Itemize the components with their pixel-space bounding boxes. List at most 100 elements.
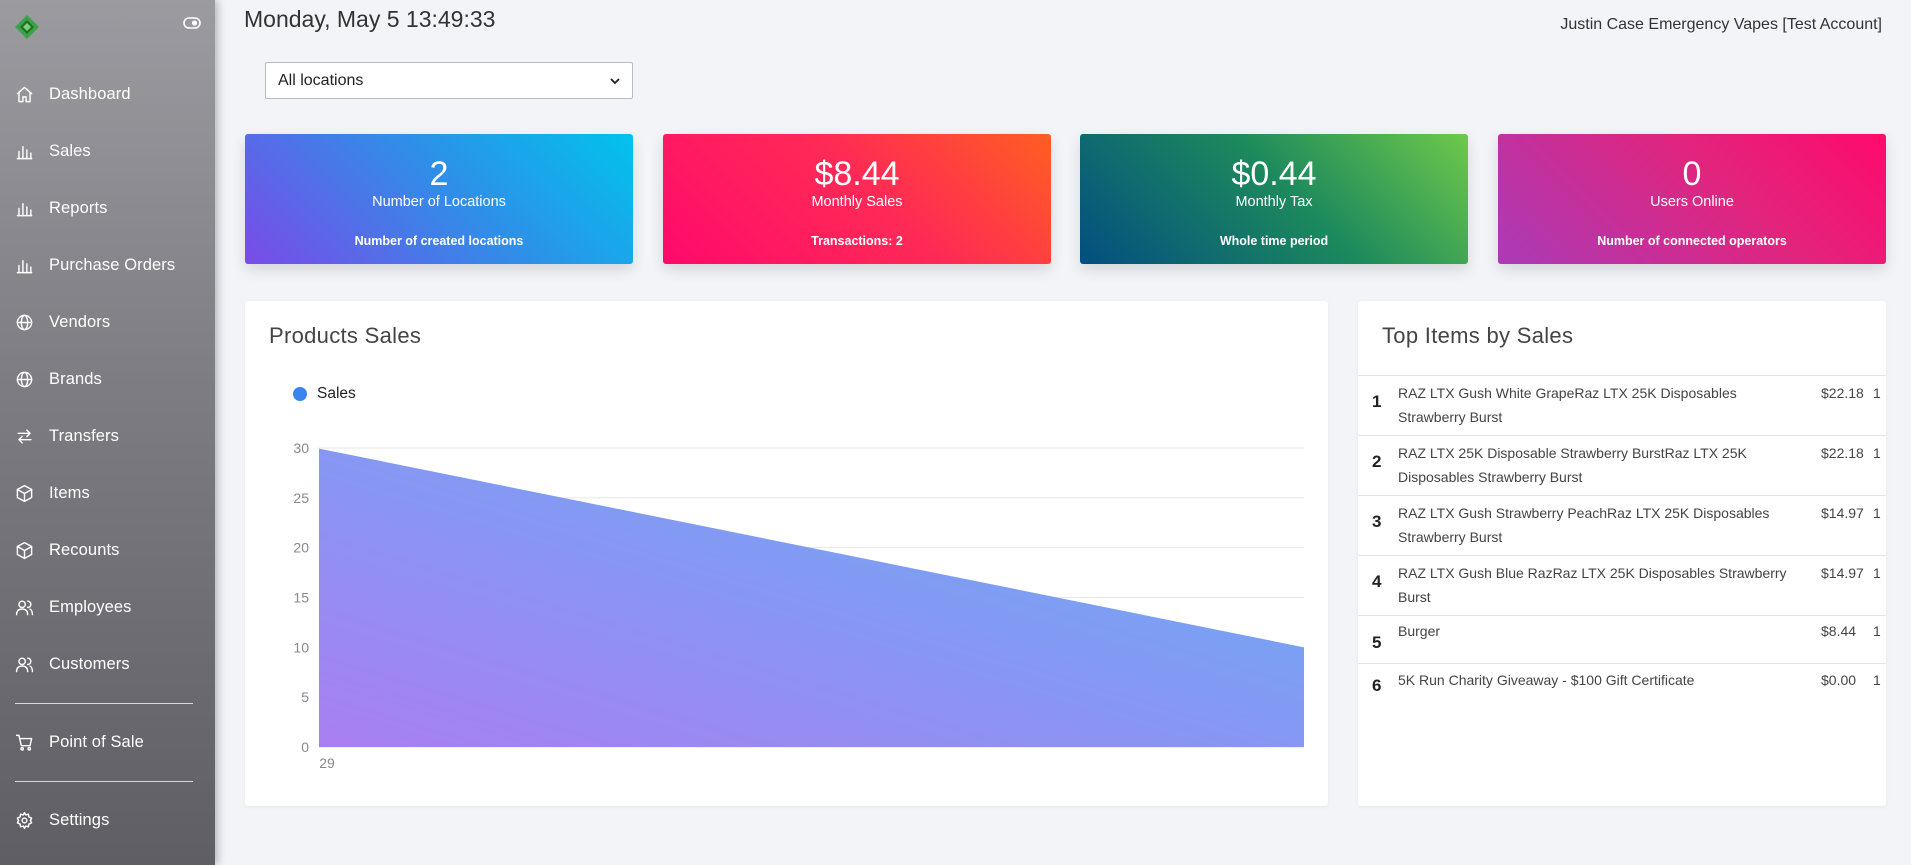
- y-tick-label: 30: [293, 440, 309, 456]
- top-items-title: Top Items by Sales: [1382, 323, 1574, 348]
- location-select[interactable]: All locations: [265, 62, 633, 99]
- stat-value: 2: [429, 155, 449, 193]
- stat-subtitle: Transactions: 2: [811, 234, 903, 248]
- sidebar-item-label: Sales: [49, 142, 91, 160]
- item-price: $22.18: [1821, 385, 1864, 401]
- sidebar-item-label: Vendors: [49, 313, 111, 331]
- location-select-value: All locations: [278, 71, 364, 89]
- item-name: RAZ LTX Gush White GrapeRaz LTX 25K Disp…: [1398, 385, 1737, 425]
- transfer-icon: [14, 427, 34, 447]
- sidebar-item-brands[interactable]: Brands: [0, 351, 215, 408]
- sidebar-item-label: Point of Sale: [49, 733, 144, 751]
- box-icon: [14, 541, 34, 561]
- products-sales-panel: Products Sales Sales 0 5 10 15 20 25 30 29: [245, 301, 1328, 806]
- sidebar-item-label: Employees: [49, 598, 132, 616]
- top-items-panel: Top Items by Sales 1 RAZ LTX Gush White …: [1358, 301, 1886, 806]
- sidebar-item-customers[interactable]: Customers: [0, 636, 215, 693]
- item-qty: 1: [1873, 385, 1881, 401]
- sidebar-item-recounts[interactable]: Recounts: [0, 522, 215, 579]
- item-rank: 4: [1372, 572, 1382, 591]
- users-icon: [14, 598, 34, 618]
- sidebar-item-dashboard[interactable]: Dashboard: [0, 66, 215, 123]
- sidebar-item-label: Brands: [49, 370, 102, 388]
- list-item[interactable]: 5 Burger $8.44 1: [1358, 616, 1886, 664]
- sidebar-item-purchase-orders[interactable]: Purchase Orders: [0, 237, 215, 294]
- globe-icon: [14, 370, 34, 390]
- chevron-down-icon: [610, 77, 620, 84]
- x-tick-label: 29: [319, 755, 335, 771]
- account-name[interactable]: Justin Case Emergency Vapes [Test Accoun…: [1560, 16, 1882, 34]
- stat-value: $8.44: [814, 155, 900, 193]
- sidebar-item-point-of-sale[interactable]: Point of Sale: [0, 714, 215, 771]
- stat-card-locations: 2 Number of Locations Number of created …: [245, 134, 633, 264]
- item-price: $0.00: [1821, 672, 1857, 688]
- stat-card-monthly-tax: $0.44 Monthly Tax Whole time period: [1080, 134, 1468, 264]
- item-name: Burger: [1398, 623, 1441, 639]
- stat-subtitle: Whole time period: [1219, 234, 1329, 248]
- y-tick-label: 10: [293, 639, 309, 655]
- item-name: RAZ LTX Gush Blue RazRaz LTX 25K Disposa…: [1398, 565, 1787, 605]
- cart-icon: [14, 733, 34, 753]
- y-tick-label: 25: [293, 490, 309, 506]
- bar-chart-icon: [14, 142, 34, 162]
- sidebar-item-label: Dashboard: [49, 85, 131, 103]
- sidebar: Dashboard Sales Reports Purchase Orders …: [0, 0, 215, 865]
- sidebar-item-label: Transfers: [49, 427, 119, 445]
- sidebar-divider: [15, 781, 193, 782]
- stat-value: 0: [1682, 155, 1702, 193]
- box-icon: [14, 484, 34, 504]
- stat-name: Monthly Tax: [1235, 194, 1313, 210]
- item-name: RAZ LTX Gush Strawberry PeachRaz LTX 25K…: [1398, 505, 1770, 545]
- stat-subtitle: Number of connected operators: [1597, 234, 1787, 248]
- item-price: $14.97: [1821, 565, 1864, 581]
- item-rank: 2: [1372, 452, 1382, 471]
- sales-area-chart[interactable]: 0 5 10 15 20 25 30 29: [245, 301, 1328, 806]
- sidebar-item-sales[interactable]: Sales: [0, 123, 215, 180]
- bar-chart-icon: [14, 199, 34, 219]
- stat-card-monthly-sales: $8.44 Monthly Sales Transactions: 2: [663, 134, 1051, 264]
- sidebar-item-vendors[interactable]: Vendors: [0, 294, 215, 351]
- app-logo-icon[interactable]: [14, 14, 40, 40]
- sidebar-divider: [15, 703, 193, 704]
- top-items-list: 1 RAZ LTX Gush White GrapeRaz LTX 25K Di…: [1358, 375, 1886, 712]
- list-item[interactable]: 6 5K Run Charity Giveaway - $100 Gift Ce…: [1358, 664, 1886, 712]
- item-price: $8.44: [1821, 623, 1857, 639]
- sidebar-item-employees[interactable]: Employees: [0, 579, 215, 636]
- item-rank: 6: [1372, 676, 1382, 695]
- item-rank: 1: [1372, 392, 1382, 411]
- list-item[interactable]: 3 RAZ LTX Gush Strawberry PeachRaz LTX 2…: [1358, 496, 1886, 556]
- y-tick-label: 20: [293, 540, 309, 556]
- sidebar-item-label: Customers: [49, 655, 130, 673]
- item-qty: 1: [1873, 445, 1881, 461]
- globe-icon: [14, 313, 34, 333]
- sidebar-toggle-icon[interactable]: [183, 17, 201, 29]
- item-rank: 3: [1372, 512, 1382, 531]
- sidebar-item-items[interactable]: Items: [0, 465, 215, 522]
- sidebar-item-label: Purchase Orders: [49, 256, 176, 274]
- list-item[interactable]: 1 RAZ LTX Gush White GrapeRaz LTX 25K Di…: [1358, 376, 1886, 436]
- sidebar-nav: Dashboard Sales Reports Purchase Orders …: [0, 66, 215, 849]
- home-icon: [14, 85, 34, 105]
- list-item[interactable]: 2 RAZ LTX 25K Disposable Strawberry Burs…: [1358, 436, 1886, 496]
- item-price: $22.18: [1821, 445, 1864, 461]
- sidebar-item-label: Items: [49, 484, 90, 502]
- item-qty: 1: [1873, 672, 1881, 688]
- y-tick-label: 15: [293, 590, 309, 606]
- item-qty: 1: [1873, 623, 1881, 639]
- sidebar-item-reports[interactable]: Reports: [0, 180, 215, 237]
- sidebar-item-settings[interactable]: Settings: [0, 792, 215, 849]
- sidebar-item-label: Settings: [49, 811, 110, 829]
- stat-subtitle: Number of created locations: [354, 234, 524, 248]
- item-qty: 1: [1873, 565, 1881, 581]
- sidebar-item-transfers[interactable]: Transfers: [0, 408, 215, 465]
- list-item[interactable]: 4 RAZ LTX Gush Blue RazRaz LTX 25K Dispo…: [1358, 556, 1886, 616]
- stat-value: $0.44: [1231, 155, 1317, 193]
- stat-name: Users Online: [1650, 194, 1734, 210]
- bar-chart-icon: [14, 256, 34, 276]
- gear-icon: [14, 811, 34, 831]
- item-rank: 5: [1372, 633, 1382, 652]
- item-price: $14.97: [1821, 505, 1864, 521]
- stat-name: Monthly Sales: [811, 194, 903, 210]
- item-qty: 1: [1873, 505, 1881, 521]
- users-icon: [14, 655, 34, 675]
